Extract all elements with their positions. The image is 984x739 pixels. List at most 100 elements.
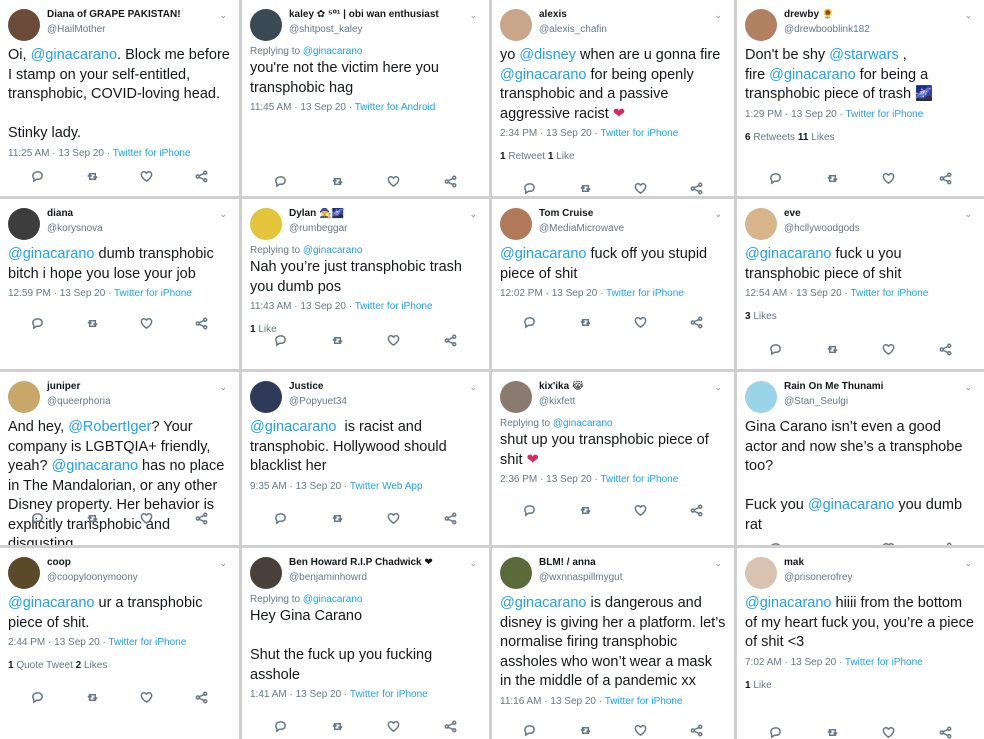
user-handle[interactable]: @Stan_Seulgi bbox=[784, 396, 883, 407]
user-handle[interactable]: @korysnova bbox=[47, 223, 103, 234]
source-link[interactable]: Twitter for iPhone bbox=[113, 148, 191, 159]
avatar[interactable] bbox=[500, 208, 532, 240]
reply-icon[interactable] bbox=[768, 342, 782, 356]
source-link[interactable]: Twitter for iPhone bbox=[600, 474, 678, 485]
like-icon[interactable] bbox=[882, 171, 896, 185]
avatar[interactable] bbox=[250, 557, 282, 589]
reply-icon[interactable] bbox=[768, 171, 782, 185]
source-link[interactable]: Twitter for iPhone bbox=[114, 288, 192, 299]
share-icon[interactable] bbox=[195, 316, 209, 330]
share-icon[interactable] bbox=[195, 511, 209, 525]
reply-icon[interactable] bbox=[523, 723, 537, 737]
user-handle[interactable]: @alexis_chafin bbox=[539, 24, 607, 35]
time-text[interactable]: 12:59 PM · 13 Sep 20 · bbox=[8, 288, 114, 299]
mention-link[interactable]: @ginacarano bbox=[808, 497, 894, 513]
user-handle[interactable]: @kixfett bbox=[539, 396, 584, 407]
retweet-icon[interactable] bbox=[825, 171, 839, 185]
chevron-down-icon[interactable]: ⌄ bbox=[219, 10, 227, 21]
share-icon[interactable] bbox=[689, 503, 703, 517]
chevron-down-icon[interactable]: ⌄ bbox=[469, 10, 477, 21]
stat-label[interactable]: Like bbox=[556, 151, 574, 162]
share-icon[interactable] bbox=[195, 169, 209, 183]
stat-label[interactable]: Likes bbox=[811, 132, 834, 143]
avatar[interactable] bbox=[250, 208, 282, 240]
retweet-icon[interactable] bbox=[825, 725, 839, 739]
retweet-icon[interactable] bbox=[330, 511, 344, 525]
chevron-down-icon[interactable]: ⌄ bbox=[714, 209, 722, 220]
time-text[interactable]: 7:02 AM · 13 Sep 20 · bbox=[745, 657, 845, 668]
share-icon[interactable] bbox=[939, 725, 953, 739]
avatar[interactable] bbox=[745, 208, 777, 240]
retweet-icon[interactable] bbox=[578, 181, 592, 195]
stat-label[interactable]: Quote Tweet bbox=[16, 660, 73, 671]
user-handle[interactable]: @coopyloonymoony bbox=[47, 572, 138, 583]
avatar[interactable] bbox=[8, 208, 40, 240]
avatar[interactable] bbox=[745, 381, 777, 413]
mention-link[interactable]: @ginacarano bbox=[8, 246, 94, 262]
display-name[interactable]: Tom Cruise bbox=[539, 208, 624, 219]
mention-link[interactable]: @ginacarano bbox=[500, 246, 586, 262]
avatar[interactable] bbox=[745, 557, 777, 589]
reply-icon[interactable] bbox=[273, 719, 287, 733]
reply-icon[interactable] bbox=[523, 315, 537, 329]
user-handle[interactable]: @HailMother bbox=[47, 24, 181, 35]
mention-link[interactable]: @disney bbox=[519, 47, 576, 63]
share-icon[interactable] bbox=[689, 315, 703, 329]
reply-icon[interactable] bbox=[523, 181, 537, 195]
share-icon[interactable] bbox=[939, 541, 953, 545]
chevron-down-icon[interactable]: ⌄ bbox=[469, 558, 477, 569]
like-icon[interactable] bbox=[387, 333, 401, 347]
time-text[interactable]: 2:34 PM · 13 Sep 20 · bbox=[500, 128, 600, 139]
stat-count[interactable]: 6 bbox=[745, 132, 751, 143]
stat-count[interactable]: 11 bbox=[798, 132, 809, 143]
avatar[interactable] bbox=[745, 9, 777, 41]
mention-link[interactable]: @ginacarano bbox=[745, 246, 831, 262]
stat-label[interactable]: Retweets bbox=[753, 132, 795, 143]
source-link[interactable]: Twitter for iPhone bbox=[350, 689, 428, 700]
like-icon[interactable] bbox=[882, 541, 896, 545]
share-icon[interactable] bbox=[689, 181, 703, 195]
share-icon[interactable] bbox=[444, 511, 458, 525]
like-icon[interactable] bbox=[882, 725, 896, 739]
chevron-down-icon[interactable]: ⌄ bbox=[219, 382, 227, 393]
display-name[interactable]: drewby 🌻 bbox=[784, 9, 870, 20]
mention-link[interactable]: @ginacarano bbox=[52, 458, 138, 474]
display-name[interactable]: kaley ✿ ⁵⁰¹ | obi wan enthusiast bbox=[289, 9, 439, 20]
stat-label[interactable]: Like bbox=[753, 680, 771, 691]
reply-icon[interactable] bbox=[30, 690, 44, 704]
avatar[interactable] bbox=[250, 9, 282, 41]
chevron-down-icon[interactable]: ⌄ bbox=[964, 558, 972, 569]
retweet-icon[interactable] bbox=[825, 342, 839, 356]
source-link[interactable]: Twitter for iPhone bbox=[108, 637, 186, 648]
share-icon[interactable] bbox=[939, 342, 953, 356]
like-icon[interactable] bbox=[140, 690, 154, 704]
source-link[interactable]: Twitter for Android bbox=[355, 102, 436, 113]
user-handle[interactable]: @benjaminhowrd bbox=[289, 572, 433, 583]
user-handle[interactable]: @queerphoria bbox=[47, 396, 111, 407]
time-text[interactable]: 11:16 AM · 13 Sep 20 · bbox=[500, 696, 605, 707]
user-handle[interactable]: @Popyuet34 bbox=[289, 396, 347, 407]
reply-icon[interactable] bbox=[273, 511, 287, 525]
share-icon[interactable] bbox=[444, 719, 458, 733]
reply-icon[interactable] bbox=[523, 503, 537, 517]
user-handle[interactable]: @prisonerofrey bbox=[784, 572, 853, 583]
share-icon[interactable] bbox=[444, 333, 458, 347]
chevron-down-icon[interactable]: ⌄ bbox=[964, 10, 972, 21]
display-name[interactable]: Rain On Me Thunami bbox=[784, 381, 883, 392]
mention-link[interactable]: @ginacarano bbox=[553, 418, 613, 429]
stat-count[interactable]: 1 bbox=[548, 151, 554, 162]
retweet-icon[interactable] bbox=[825, 541, 839, 545]
like-icon[interactable] bbox=[634, 723, 648, 737]
time-text[interactable]: 11:45 AM · 13 Sep 20 · bbox=[250, 102, 355, 113]
like-icon[interactable] bbox=[634, 503, 648, 517]
mention-link[interactable]: @ginacarano bbox=[250, 419, 336, 435]
retweet-icon[interactable] bbox=[578, 315, 592, 329]
chevron-down-icon[interactable]: ⌄ bbox=[714, 10, 722, 21]
source-link[interactable]: Twitter for iPhone bbox=[355, 301, 433, 312]
retweet-icon[interactable] bbox=[578, 723, 592, 737]
chevron-down-icon[interactable]: ⌄ bbox=[964, 209, 972, 220]
retweet-icon[interactable] bbox=[85, 169, 99, 183]
mention-link[interactable]: @ginacarano bbox=[31, 47, 117, 63]
chevron-down-icon[interactable]: ⌄ bbox=[714, 558, 722, 569]
mention-link[interactable]: @ginacarano bbox=[745, 595, 831, 611]
